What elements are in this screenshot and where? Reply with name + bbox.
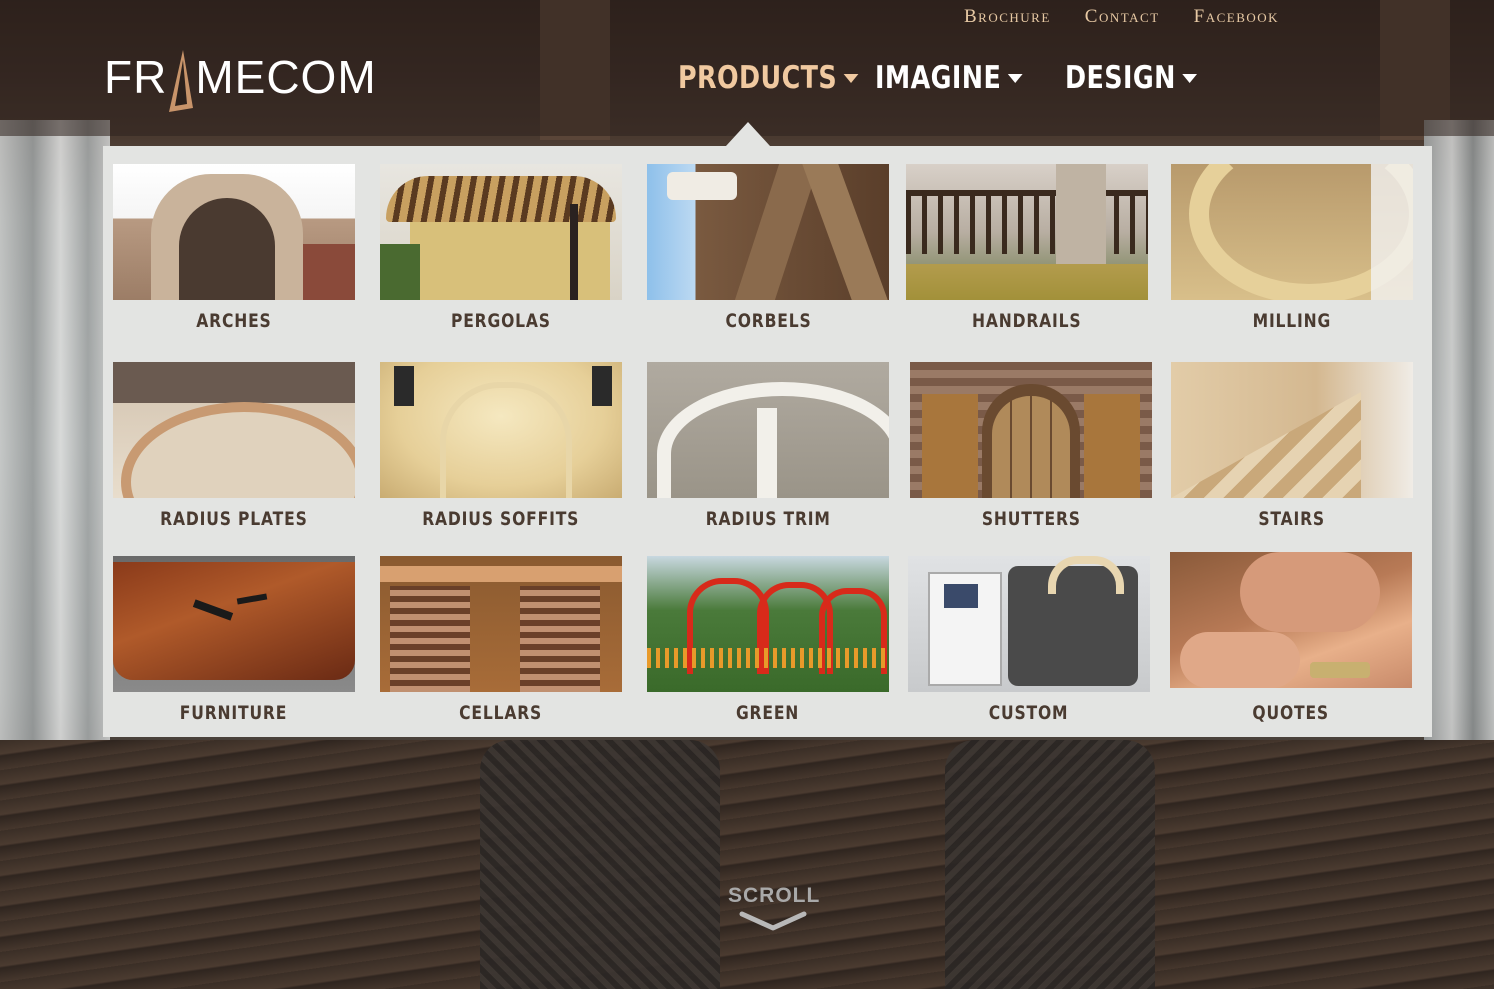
site-header: FR MECOM Brochure Contact Facebook PRODU… (0, 0, 1494, 136)
tile-label: QUOTES (1252, 702, 1330, 724)
caret-down-icon (1182, 73, 1198, 83)
tile-label: RADIUS PLATES (160, 508, 308, 530)
product-tile-custom[interactable]: CUSTOM (908, 556, 1150, 724)
product-tile-radius-trim[interactable]: RADIUS TRIM (647, 362, 889, 530)
curtain-right (1424, 120, 1494, 780)
tile-label: STAIRS (1258, 508, 1326, 530)
tile-label: GREEN (736, 702, 800, 724)
nav-imagine-label: IMAGINE (875, 60, 1002, 96)
dropdown-pointer (726, 122, 770, 146)
green-image (647, 556, 889, 692)
nav-facebook-link[interactable]: Facebook (1194, 6, 1279, 28)
caret-down-icon (1007, 73, 1023, 83)
product-tile-furniture[interactable]: FURNITURE (113, 556, 355, 724)
furniture-image (113, 556, 355, 692)
product-tile-handrails[interactable]: HANDRAILS (906, 164, 1148, 332)
product-tile-corbels[interactable]: CORBELS (647, 164, 889, 332)
nav-products[interactable]: PRODUCTS (678, 60, 859, 96)
milling-image (1171, 164, 1413, 300)
radius-soffits-image (380, 362, 622, 498)
main-nav: PRODUCTS IMAGINE DESIGN (678, 60, 1226, 96)
product-tile-stairs[interactable]: STAIRS (1171, 362, 1413, 530)
nav-brochure-link[interactable]: Brochure (964, 6, 1051, 28)
curtain-left (0, 120, 110, 820)
tile-label: PERGOLAS (451, 310, 551, 332)
tile-label: CUSTOM (989, 702, 1069, 724)
framecom-logo[interactable]: FR MECOM (104, 42, 377, 112)
quotes-image (1170, 552, 1412, 688)
product-tile-cellars[interactable]: CELLARS (380, 556, 622, 724)
logo-triangle-icon (169, 50, 194, 112)
tile-label: HANDRAILS (972, 310, 1082, 332)
caret-down-icon (843, 73, 859, 83)
product-tile-shutters[interactable]: SHUTTERS (910, 362, 1152, 530)
nav-products-label: PRODUCTS (678, 60, 838, 96)
custom-image (908, 556, 1150, 692)
handrails-image (906, 164, 1148, 300)
product-tile-radius-soffits[interactable]: RADIUS SOFFITS (380, 362, 622, 530)
tile-label: CORBELS (724, 310, 812, 332)
nav-design-label: DESIGN (1065, 60, 1176, 96)
top-utility-nav: Brochure Contact Facebook (964, 6, 1279, 28)
wicker-chair (480, 740, 720, 989)
corbels-image (647, 164, 889, 300)
tile-label: ARCHES (196, 310, 272, 332)
product-tile-green[interactable]: GREEN (647, 556, 889, 724)
tile-label: FURNITURE (180, 702, 288, 724)
cellars-image (380, 556, 622, 692)
tile-label: MILLING (1252, 310, 1332, 332)
scroll-indicator[interactable]: SCROLL (728, 884, 821, 937)
radius-trim-image (647, 362, 889, 498)
product-tile-milling[interactable]: MILLING (1171, 164, 1413, 332)
product-tile-arches[interactable]: ARCHES (113, 164, 355, 332)
stairs-image (1171, 362, 1413, 498)
tile-label: RADIUS SOFFITS (422, 508, 580, 530)
logo-text-right: MECOM (195, 51, 377, 103)
shutters-image (910, 362, 1152, 498)
scroll-label: SCROLL (728, 884, 821, 907)
arches-image (113, 164, 355, 300)
logo-text-left: FR (104, 51, 168, 103)
wicker-chair (945, 740, 1155, 989)
radius-plates-image (113, 362, 355, 498)
pergolas-image (380, 164, 622, 300)
nav-contact-link[interactable]: Contact (1085, 6, 1160, 28)
chevron-down-icon (739, 911, 807, 931)
tile-label: RADIUS TRIM (705, 508, 831, 530)
product-tile-radius-plates[interactable]: RADIUS PLATES (113, 362, 355, 530)
product-tile-pergolas[interactable]: PERGOLAS (380, 164, 622, 332)
tile-label: SHUTTERS (981, 508, 1081, 530)
wood-deck (0, 740, 1494, 989)
nav-imagine[interactable]: IMAGINE (875, 60, 1031, 96)
products-dropdown-panel: ARCHES PERGOLAS CORBELS HANDRAILS MILLIN… (103, 146, 1432, 737)
product-tile-quotes[interactable]: QUOTES (1170, 552, 1412, 724)
nav-design[interactable]: DESIGN (1065, 60, 1198, 96)
tile-label: CELLARS (459, 702, 543, 724)
